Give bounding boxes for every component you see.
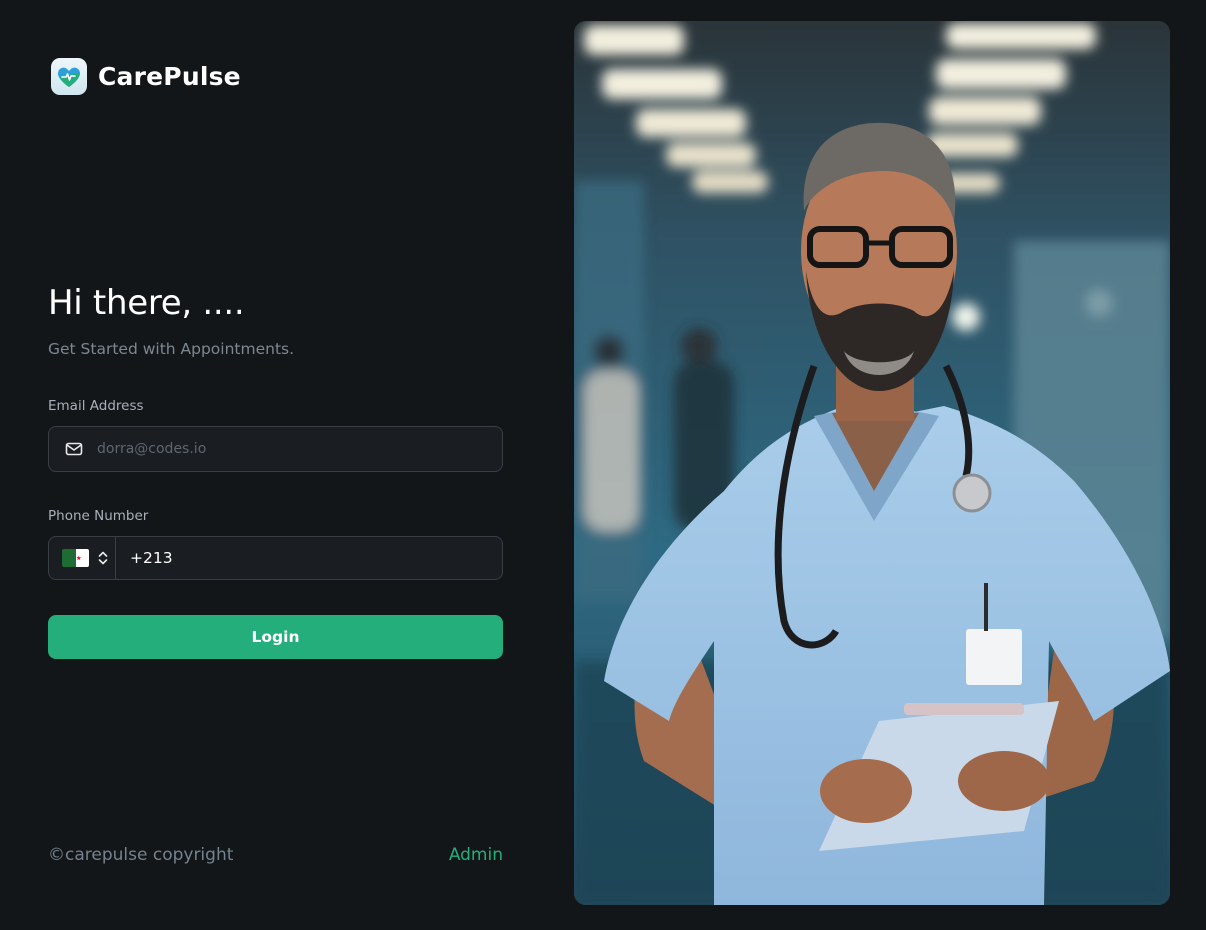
- chevron-up-down-icon: [97, 550, 109, 566]
- page-subtitle: Get Started with Appointments.: [48, 340, 295, 358]
- patient-login-page: CarePulse Hi there, .... Get Started wit…: [0, 0, 1206, 930]
- mail-icon: [65, 439, 85, 459]
- copyright-text: ©carepulse copyright: [48, 845, 234, 865]
- admin-link[interactable]: Admin: [449, 845, 503, 865]
- page-title: Hi there, ....: [48, 283, 245, 323]
- email-input[interactable]: [95, 440, 475, 458]
- heart-pulse-logo-icon: [51, 58, 87, 95]
- email-label: Email Address: [48, 398, 144, 414]
- phone-label: Phone Number: [48, 508, 149, 524]
- phone-input[interactable]: [116, 536, 503, 580]
- country-code-select[interactable]: [48, 536, 116, 580]
- brand-name: CarePulse: [98, 62, 241, 91]
- login-button[interactable]: Login: [48, 615, 503, 659]
- phone-field: [48, 536, 503, 580]
- doctor-photo: [574, 21, 1170, 905]
- algeria-flag-icon: [62, 549, 89, 567]
- email-field[interactable]: [48, 426, 503, 472]
- brand[interactable]: CarePulse: [51, 58, 241, 95]
